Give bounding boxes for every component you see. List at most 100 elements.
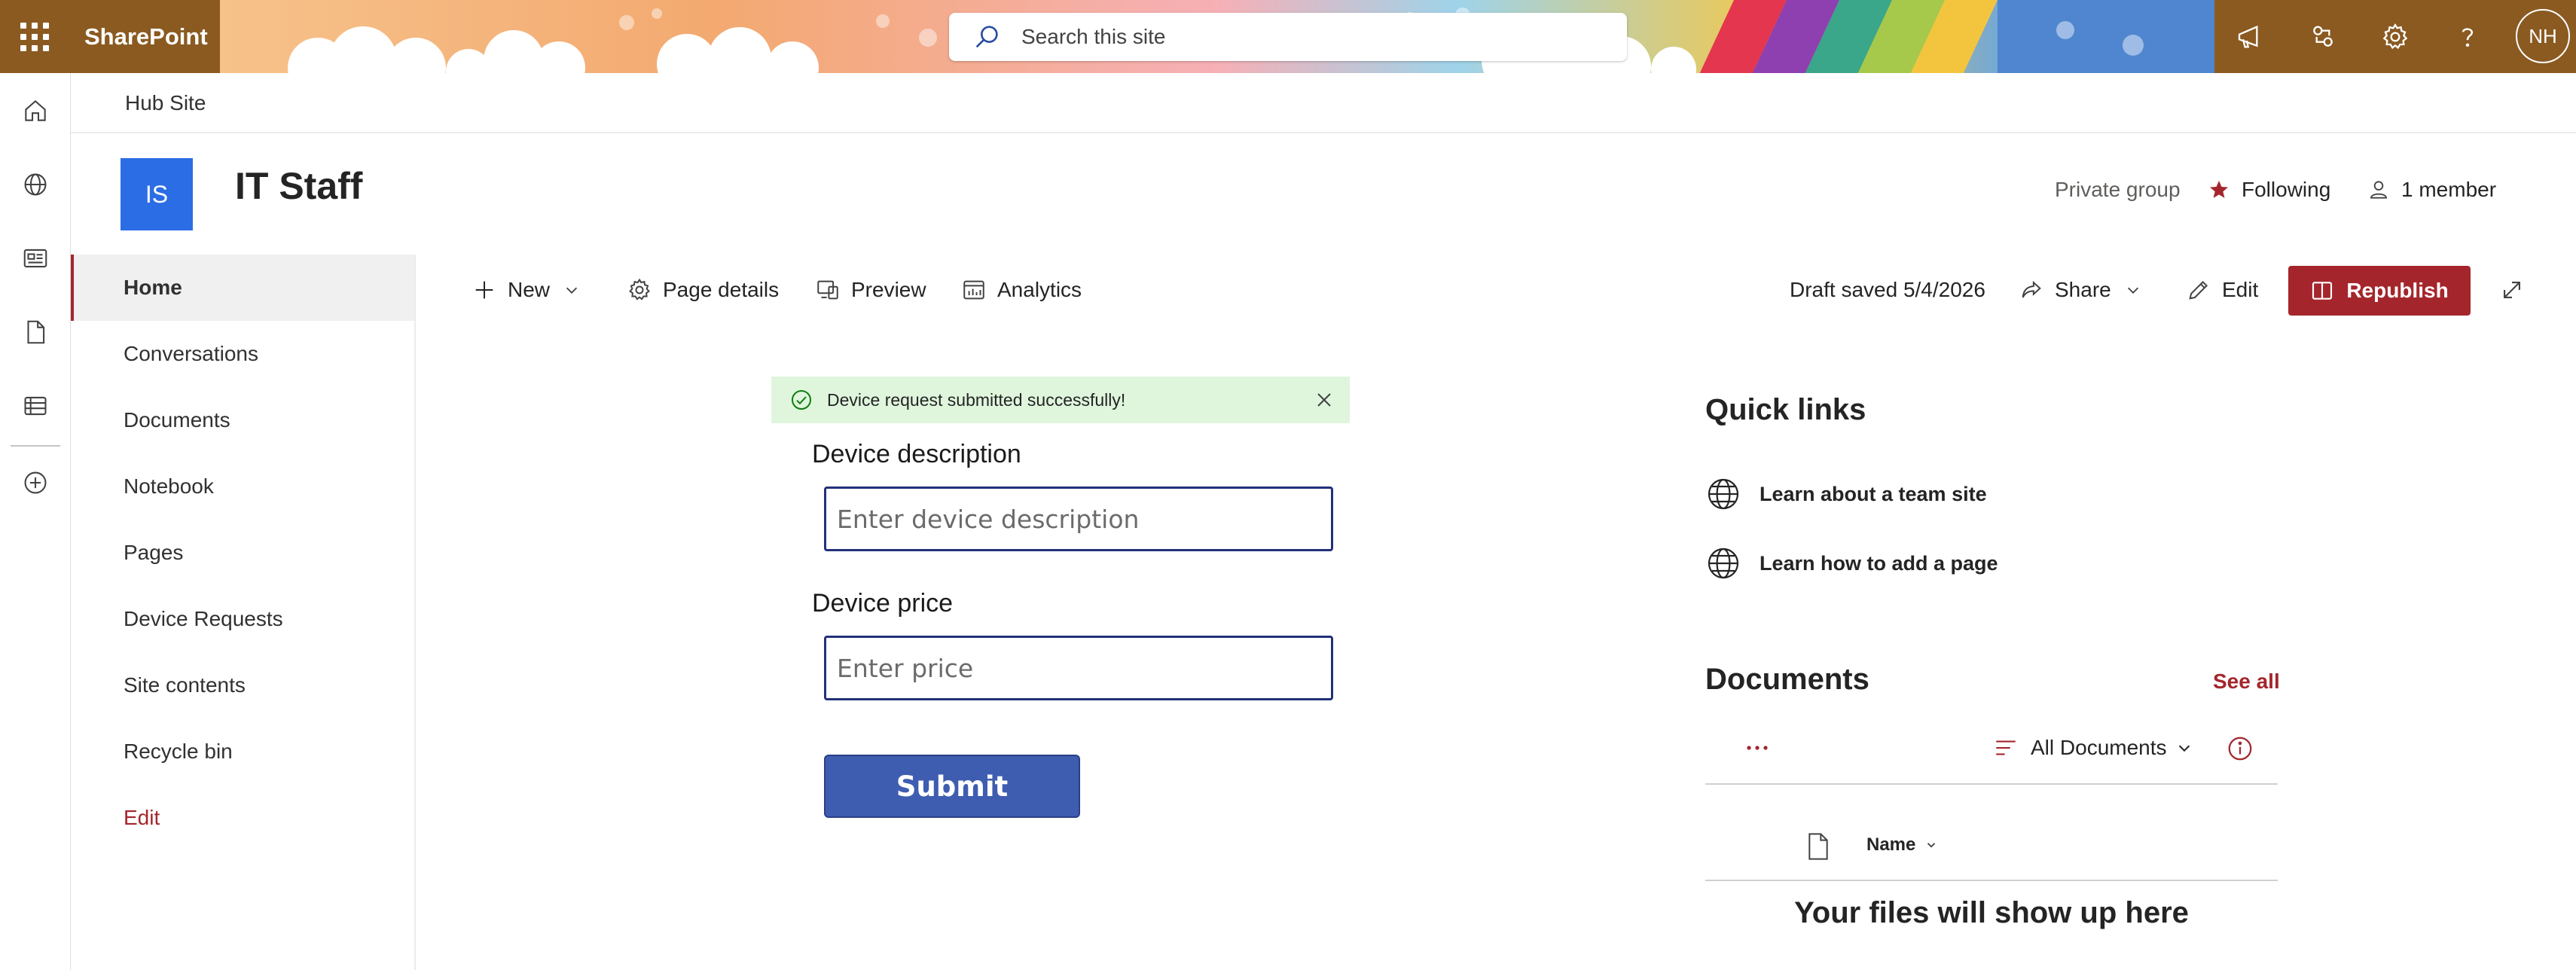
device-price-label: Device price (812, 589, 954, 618)
view-list-icon (1996, 740, 2016, 755)
help-button[interactable] (2431, 0, 2504, 73)
gear-icon (2382, 23, 2408, 49)
site-title[interactable]: IT Staff (235, 164, 362, 208)
appbar-lists-button[interactable] (0, 383, 71, 429)
file-icon (27, 320, 45, 344)
more-actions-button[interactable] (1741, 732, 1773, 764)
new-button[interactable]: New (472, 262, 580, 318)
star-filled-icon (2210, 181, 2228, 198)
members-label: 1 member (2401, 178, 2497, 201)
gear-icon (629, 278, 650, 300)
view-selector-label: All Documents (2031, 736, 2167, 759)
share-button[interactable]: Share (2019, 262, 2141, 318)
preview-icon (817, 280, 838, 300)
add-icon (24, 471, 47, 494)
documents-empty-message: Your files will show up here (1794, 896, 2189, 929)
quick-link-add-page[interactable]: Learn how to add a page (1705, 544, 1998, 583)
success-message-text: Device request submitted successfully! (827, 389, 1126, 410)
site-logo[interactable]: IS (121, 158, 193, 230)
appbar-files-button[interactable] (0, 310, 71, 355)
nav-item-recycle-bin[interactable]: Recycle bin (71, 718, 414, 785)
globe-icon (1708, 548, 1739, 579)
device-description-input[interactable] (824, 487, 1333, 551)
nav-item-pages[interactable]: Pages (71, 520, 414, 586)
expand-button[interactable] (2499, 262, 2535, 318)
plus-icon (475, 281, 493, 299)
view-selector[interactable]: All Documents (1993, 732, 2193, 764)
feedback-button[interactable] (2214, 0, 2287, 73)
file-type-icon (1808, 833, 1828, 860)
nav-item-home[interactable]: Home (71, 255, 414, 321)
help-icon (2462, 27, 2474, 47)
device-description-label: Device description (812, 440, 1021, 468)
suite-header: SharePoint Search this site NH (0, 0, 2576, 73)
news-icon (23, 249, 47, 268)
search-icon (975, 26, 998, 48)
share-sync-button[interactable] (2287, 0, 2359, 73)
nav-item-conversations[interactable]: Conversations (71, 321, 414, 387)
republish-button[interactable]: Republish (2288, 266, 2471, 316)
edit-label: Edit (2222, 278, 2259, 301)
waffle-icon (20, 22, 49, 51)
checkmark-circle-icon (792, 390, 811, 410)
name-column-label: Name (1866, 834, 1916, 855)
edit-button[interactable]: Edit (2186, 262, 2258, 318)
see-all-link[interactable]: See all (2213, 670, 2280, 694)
page-details-button[interactable]: Page details (627, 262, 779, 318)
info-icon[interactable] (2227, 735, 2254, 762)
nav-item-device-requests[interactable]: Device Requests (71, 586, 414, 652)
more-horizontal-icon (1747, 746, 1768, 750)
quick-links-title: Quick links (1705, 393, 1866, 426)
user-avatar[interactable]: NH (2516, 9, 2570, 63)
nav-item-documents[interactable]: Documents (71, 387, 414, 453)
appbar-sites-button[interactable] (0, 162, 71, 207)
following-label: Following (2242, 178, 2331, 201)
globe-icon (1708, 478, 1739, 510)
chevron-down-icon (1927, 843, 1936, 848)
quick-link-label: Learn how to add a page (1760, 551, 1998, 575)
quick-link-label: Learn about a team site (1760, 482, 1987, 505)
analytics-label: Analytics (997, 278, 1082, 301)
quick-link-team-site[interactable]: Learn about a team site (1705, 474, 1987, 514)
appbar-divider (11, 445, 60, 447)
site-search-box[interactable]: Search this site (949, 13, 1627, 61)
members-button[interactable]: 1 member (2367, 178, 2496, 202)
share-label: Share (2055, 278, 2111, 301)
nav-item-site-contents[interactable]: Site contents (71, 652, 414, 718)
documents-header-divider (1705, 783, 2278, 785)
app-launcher-button[interactable] (0, 0, 69, 73)
name-column-header[interactable]: Name (1866, 834, 1938, 856)
hub-site-link[interactable]: Hub Site (125, 73, 206, 133)
draft-status: Draft saved 5/4/2026 (1790, 278, 1985, 301)
pencil-icon (2189, 280, 2208, 300)
home-icon (25, 99, 46, 121)
documents-row-divider (1705, 880, 2278, 881)
nav-item-notebook[interactable]: Notebook (71, 453, 414, 520)
privacy-label: Private group (2055, 178, 2181, 201)
app-bar (0, 73, 71, 970)
preview-button[interactable]: Preview (815, 262, 926, 318)
following-button[interactable]: Following (2207, 178, 2330, 202)
appbar-home-button[interactable] (0, 88, 71, 133)
chevron-down-icon (2127, 287, 2138, 294)
new-label: New (508, 278, 551, 301)
expand-icon (2504, 282, 2520, 298)
share-icon (2022, 280, 2041, 298)
submit-button[interactable]: Submit (824, 755, 1080, 818)
megaphone-icon (2238, 25, 2258, 47)
close-icon[interactable] (1312, 388, 1336, 412)
appbar-create-button[interactable] (0, 460, 71, 505)
person-icon (2370, 181, 2387, 199)
settings-button[interactable] (2359, 0, 2431, 73)
app-name[interactable]: SharePoint (84, 0, 208, 73)
appbar-news-button[interactable] (0, 236, 71, 281)
site-navigation: Home Conversations Documents Notebook Pa… (71, 255, 416, 970)
book-open-icon (2312, 282, 2333, 300)
globe-icon (24, 173, 47, 196)
nav-edit-link[interactable]: Edit (71, 785, 414, 851)
hub-navigation: Hub Site (71, 73, 2576, 133)
republish-label: Republish (2346, 279, 2449, 302)
documents-title[interactable]: Documents (1705, 663, 1869, 697)
analytics-button[interactable]: Analytics (961, 262, 1082, 318)
device-price-input[interactable] (824, 636, 1333, 700)
